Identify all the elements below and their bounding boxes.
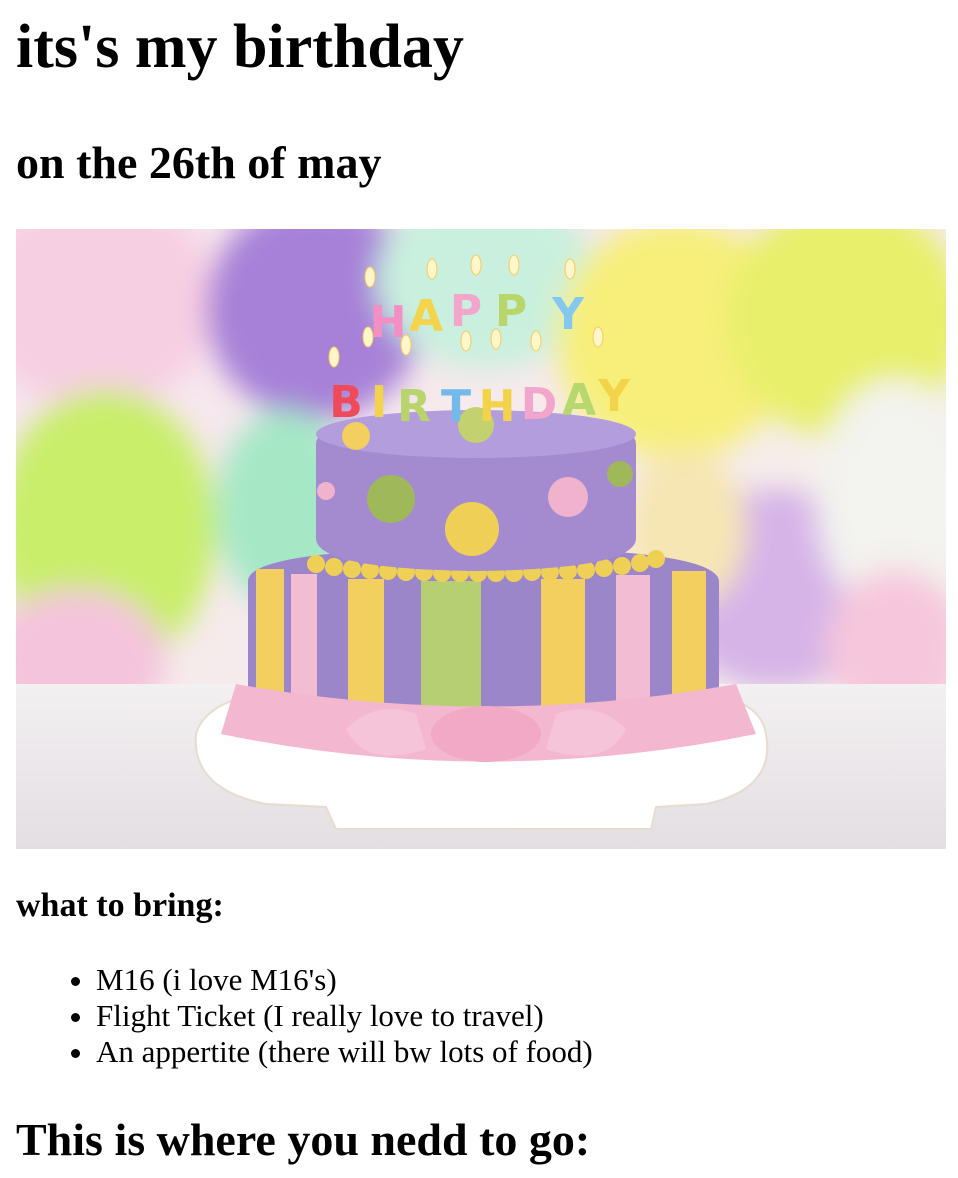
svg-text:H: H [479, 381, 516, 432]
svg-text:I: I [371, 377, 387, 428]
bring-list: M16 (i love M16's) Flight Ticket (I real… [56, 962, 593, 1070]
birthday-cake-image: H A P P Y B I R T H D A Y [16, 229, 946, 849]
svg-text:P: P [495, 286, 527, 337]
page: its's my birthday on the 26th of may H A… [0, 0, 958, 1178]
svg-text:R: R [397, 381, 431, 432]
list-item: M16 (i love M16's) [96, 962, 593, 998]
svg-text:D: D [521, 379, 558, 430]
svg-text:B: B [329, 377, 363, 428]
svg-text:H: H [370, 297, 407, 348]
svg-text:P: P [450, 286, 482, 337]
list-item: Flight Ticket (I really love to travel) [96, 998, 593, 1034]
what-to-bring-heading: what to bring: [16, 887, 224, 924]
list-item: An appertite (there will bw lots of food… [96, 1034, 593, 1070]
event-date: on the 26th of may [16, 137, 382, 188]
page-title: its's my birthday [16, 13, 464, 81]
svg-text:Y: Y [551, 289, 585, 340]
directions-heading: This is where you nedd to go: [16, 1114, 591, 1165]
cake-illustration: H A P P Y B I R T H D A Y [16, 229, 946, 849]
svg-text:T: T [441, 381, 471, 432]
svg-text:A: A [409, 291, 443, 342]
svg-text:A: A [562, 375, 596, 426]
svg-text:Y: Y [597, 371, 631, 422]
